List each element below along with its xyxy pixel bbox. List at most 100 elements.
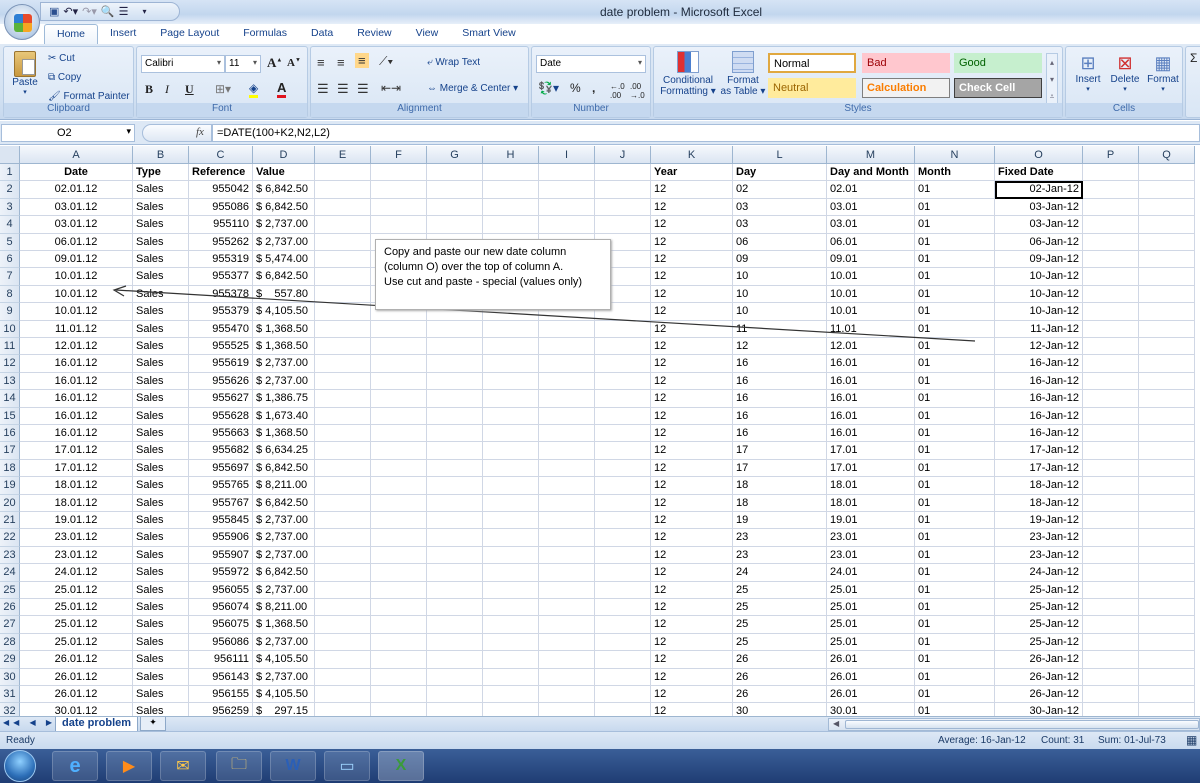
cell-j23[interactable] <box>595 546 651 565</box>
cell-q28[interactable] <box>1139 633 1195 652</box>
cell-b10[interactable]: Sales <box>133 320 189 338</box>
cell-d13[interactable]: $ 2,737.00 <box>253 372 315 391</box>
cell-j3[interactable] <box>595 198 651 217</box>
cell-i10[interactable] <box>539 320 595 338</box>
cell-q22[interactable] <box>1139 529 1195 547</box>
worksheet-grid[interactable]: A B C D E F G H I J K L M N O P Q 1 Date Type Reference Value… <box>0 146 1200 716</box>
cell-g2[interactable] <box>427 181 483 199</box>
column-header-m[interactable]: M <box>827 146 915 164</box>
cell-a2[interactable]: 02.01.12 <box>20 181 133 199</box>
column-header-f[interactable]: F <box>371 146 427 164</box>
cell-a27[interactable]: 25.01.12 <box>20 616 133 634</box>
cell-k5[interactable]: 12 <box>651 233 733 251</box>
cell-n16[interactable]: 01 <box>915 425 995 443</box>
cell-i19[interactable] <box>539 477 595 495</box>
cell-e2[interactable] <box>315 181 371 199</box>
cell-k7[interactable]: 12 <box>651 268 733 286</box>
cell-i18[interactable] <box>539 459 595 478</box>
cell-p10[interactable] <box>1083 320 1139 338</box>
row-header-25[interactable]: 25 <box>0 581 20 599</box>
cell-n2[interactable]: 01 <box>915 181 995 199</box>
header-cell-n[interactable]: Month <box>915 164 995 182</box>
cell-g13[interactable] <box>427 372 483 391</box>
cell-l21[interactable]: 19 <box>733 512 827 530</box>
cell-o32[interactable]: 30-Jan-12 <box>995 703 1083 716</box>
cell-j28[interactable] <box>595 633 651 652</box>
cell-n15[interactable]: 01 <box>915 407 995 425</box>
cell-k9[interactable]: 12 <box>651 303 733 321</box>
cell-c4[interactable]: 955110 <box>189 216 253 234</box>
cell-a15[interactable]: 16.01.12 <box>20 407 133 425</box>
instruction-textbox[interactable]: Copy and paste our new date column (colu… <box>375 239 611 310</box>
cell-o14[interactable]: 16-Jan-12 <box>995 390 1083 408</box>
cell-n6[interactable]: 01 <box>915 251 995 269</box>
cell-d2[interactable]: $ 6,842.50 <box>253 181 315 199</box>
cell-l5[interactable]: 06 <box>733 233 827 251</box>
cell-g20[interactable] <box>427 494 483 512</box>
column-header-j[interactable]: J <box>595 146 651 164</box>
save-icon[interactable]: ▣ <box>49 5 59 18</box>
cell-g11[interactable] <box>427 338 483 356</box>
cell-d8[interactable]: $ 557.80 <box>253 285 315 304</box>
cell-e9[interactable] <box>315 303 371 321</box>
tab-page-layout[interactable]: Page Layout <box>148 24 231 44</box>
cell-style-bad[interactable]: Bad <box>862 53 950 73</box>
cell-q25[interactable] <box>1139 581 1195 599</box>
cell-i32[interactable] <box>539 703 595 716</box>
cell-j19[interactable] <box>595 477 651 495</box>
cell-j29[interactable] <box>595 651 651 669</box>
cell-n27[interactable]: 01 <box>915 616 995 634</box>
align-center-icon[interactable]: ☰ <box>337 81 349 97</box>
cell-k13[interactable]: 12 <box>651 372 733 391</box>
cell-q32[interactable] <box>1139 703 1195 716</box>
cell-f29[interactable] <box>371 651 427 669</box>
align-icon[interactable]: ☰ <box>119 5 129 18</box>
tab-view[interactable]: View <box>404 24 451 44</box>
cell-l15[interactable]: 16 <box>733 407 827 425</box>
cell-l31[interactable]: 26 <box>733 686 827 704</box>
cell-h30[interactable] <box>483 668 539 686</box>
cell-h31[interactable] <box>483 686 539 704</box>
row-header-1[interactable]: 1 <box>0 164 20 182</box>
underline-button[interactable]: U <box>185 82 194 97</box>
cell-p13[interactable] <box>1083 372 1139 391</box>
cell-j27[interactable] <box>595 616 651 634</box>
cell-a22[interactable]: 23.01.12 <box>20 529 133 547</box>
cell-h28[interactable] <box>483 633 539 652</box>
wrap-text-button[interactable]: ⤶ Wrap Text <box>427 57 480 68</box>
header-cell-p[interactable] <box>1083 164 1139 182</box>
cell-n9[interactable]: 01 <box>915 303 995 321</box>
cell-h20[interactable] <box>483 494 539 512</box>
excel-icon[interactable]: X <box>378 751 424 781</box>
row-header-32[interactable]: 32 <box>0 703 20 716</box>
cell-o10[interactable]: 11-Jan-12 <box>995 320 1083 338</box>
cell-g15[interactable] <box>427 407 483 425</box>
cell-l8[interactable]: 10 <box>733 285 827 304</box>
cell-p24[interactable] <box>1083 564 1139 582</box>
cell-h14[interactable] <box>483 390 539 408</box>
cell-k30[interactable]: 12 <box>651 668 733 686</box>
cell-d10[interactable]: $ 1,368.50 <box>253 320 315 338</box>
cell-b29[interactable]: Sales <box>133 651 189 669</box>
cell-l13[interactable]: 16 <box>733 372 827 391</box>
cell-q7[interactable] <box>1139 268 1195 286</box>
cell-p16[interactable] <box>1083 425 1139 443</box>
tab-home[interactable]: Home <box>44 24 99 44</box>
cell-p8[interactable] <box>1083 285 1139 304</box>
cell-o5[interactable]: 06-Jan-12 <box>995 233 1083 251</box>
cell-q26[interactable] <box>1139 599 1195 617</box>
cell-c23[interactable]: 955907 <box>189 546 253 565</box>
cell-f30[interactable] <box>371 668 427 686</box>
row-header-23[interactable]: 23 <box>0 546 20 565</box>
cell-i13[interactable] <box>539 372 595 391</box>
cell-b16[interactable]: Sales <box>133 425 189 443</box>
cell-b28[interactable]: Sales <box>133 633 189 652</box>
cell-q9[interactable] <box>1139 303 1195 321</box>
cell-o29[interactable]: 26-Jan-12 <box>995 651 1083 669</box>
cell-o17[interactable]: 17-Jan-12 <box>995 442 1083 460</box>
cell-k10[interactable]: 12 <box>651 320 733 338</box>
orientation-icon[interactable]: ⟋▾ <box>379 54 393 69</box>
row-header-20[interactable]: 20 <box>0 494 20 512</box>
cell-e8[interactable] <box>315 285 371 304</box>
cell-c2[interactable]: 955042 <box>189 181 253 199</box>
